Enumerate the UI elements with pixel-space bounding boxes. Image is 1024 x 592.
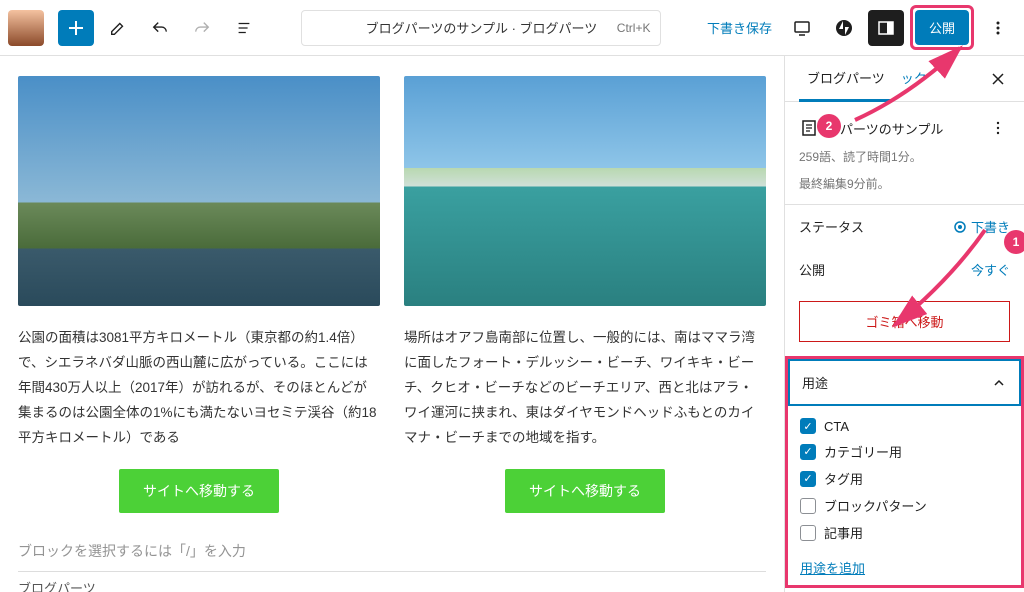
doc-meta-words: 259語、読了時間1分。	[799, 148, 1010, 167]
checkbox[interactable]: ✓	[800, 418, 816, 434]
trash-button[interactable]: ゴミ箱へ移動	[799, 301, 1010, 342]
usage-checkbox-row[interactable]: ✓ タグ用	[800, 465, 1009, 492]
panel-icon	[876, 18, 896, 38]
status-value: 下書き	[953, 217, 1010, 236]
save-draft-button[interactable]: 下書き保存	[701, 18, 778, 37]
checkbox[interactable]	[800, 498, 816, 514]
settings-sidebar: ブログパーツ ック 2 グパーツのサンプル 259語、読了時間1分。 最終編集9…	[784, 56, 1024, 592]
status-dot-icon	[953, 220, 967, 234]
card-text-1: 公園の面積は3081平方キロメートル（東京都の約1.4倍）で、シエラネバダ山脈の…	[18, 326, 380, 451]
doc-title-row[interactable]: 2 グパーツのサンプル	[799, 116, 1010, 140]
sidebar-tabs: ブログパーツ ック	[785, 56, 1024, 102]
more-icon	[988, 18, 1008, 38]
breadcrumb[interactable]: ブログパーツ	[18, 571, 766, 592]
annotation-badge-1: 1	[1004, 230, 1024, 254]
avatar[interactable]	[8, 10, 44, 46]
close-sidebar-button[interactable]	[980, 61, 1016, 97]
desktop-icon	[792, 18, 812, 38]
document-title-text: ブログパーツのサンプル · ブログパーツ	[366, 18, 598, 37]
publish-time-row[interactable]: 公開 今すぐ 1	[785, 248, 1024, 291]
document-icon	[799, 118, 819, 138]
tab-block[interactable]: ック	[893, 56, 935, 102]
checkbox-label: タグ用	[824, 469, 863, 488]
edit-mode-button[interactable]	[100, 10, 136, 46]
redo-icon	[193, 19, 211, 37]
doc-more-button[interactable]	[986, 116, 1010, 140]
preview-button[interactable]	[784, 10, 820, 46]
jetpack-icon	[834, 18, 854, 38]
cards-row: 公園の面積は3081平方キロメートル（東京都の約1.4倍）で、シエラネバダ山脈の…	[18, 76, 766, 513]
checkbox[interactable]	[800, 525, 816, 541]
publish-highlight: 公開	[910, 5, 974, 50]
sidebar-toggle-button[interactable]	[868, 10, 904, 46]
usage-label: 用途	[802, 373, 828, 392]
checkbox[interactable]: ✓	[800, 471, 816, 487]
usage-header[interactable]: 用途	[788, 359, 1021, 406]
editor-canvas[interactable]: 公園の面積は3081平方キロメートル（東京都の約1.4倍）で、シエラネバダ山脈の…	[0, 56, 784, 592]
card-1: 公園の面積は3081平方キロメートル（東京都の約1.4倍）で、シエラネバダ山脈の…	[18, 76, 380, 513]
usage-checkbox-row[interactable]: ✓ CTA	[800, 414, 1009, 438]
usage-checkbox-row[interactable]: ブロックパターン	[800, 492, 1009, 519]
card-image-2[interactable]	[404, 76, 766, 306]
checkbox-label: 記事用	[824, 523, 863, 542]
chevron-up-icon	[991, 375, 1007, 391]
card-button-1[interactable]: サイトへ移動する	[119, 469, 279, 513]
card-image-1[interactable]	[18, 76, 380, 306]
usage-checkbox-row[interactable]: 記事用	[800, 519, 1009, 546]
tab-blogparts[interactable]: ブログパーツ	[799, 56, 893, 102]
document-summary: 2 グパーツのサンプル 259語、読了時間1分。 最終編集9分前。	[785, 102, 1024, 205]
close-icon	[990, 71, 1006, 87]
undo-icon	[151, 19, 169, 37]
more-options-button[interactable]	[980, 10, 1016, 46]
add-block-button[interactable]	[58, 10, 94, 46]
undo-button[interactable]	[142, 10, 178, 46]
checkbox-label: CTA	[824, 419, 849, 434]
add-usage-link[interactable]: 用途を追加	[788, 550, 1021, 585]
card-2: 場所はオアフ島南部に位置し、一般的には、南はママラ湾に面したフォート・デルッシー…	[404, 76, 766, 513]
publish-label: 公開	[799, 260, 825, 279]
document-overview-button[interactable]	[226, 10, 262, 46]
top-toolbar: ブログパーツのサンプル · ブログパーツ Ctrl+K 下書き保存 公開	[0, 0, 1024, 56]
checkbox-label: カテゴリー用	[824, 442, 902, 461]
status-label: ステータス	[799, 217, 864, 236]
main-area: 公園の面積は3081平方キロメートル（東京都の約1.4倍）で、シエラネバダ山脈の…	[0, 56, 1024, 592]
checkbox-label: ブロックパターン	[824, 496, 927, 515]
plus-icon	[66, 18, 86, 38]
more-icon	[990, 120, 1006, 136]
card-button-2[interactable]: サイトへ移動する	[505, 469, 665, 513]
checkbox[interactable]: ✓	[800, 444, 816, 460]
block-placeholder[interactable]: ブロックを選択するには「/」を入力	[18, 541, 766, 561]
title-bar: ブログパーツのサンプル · ブログパーツ Ctrl+K	[268, 10, 695, 46]
toolbar-right: 下書き保存 公開	[701, 5, 1016, 50]
usage-body: ✓ CTA ✓ カテゴリー用 ✓ タグ用ブロックパターン記事用	[788, 406, 1021, 550]
doc-meta-edited: 最終編集9分前。	[799, 175, 1010, 194]
publish-value: 今すぐ	[971, 260, 1010, 279]
annotation-badge-2: 2	[817, 114, 841, 138]
shortcut-hint: Ctrl+K	[617, 21, 651, 35]
document-title-input[interactable]: ブログパーツのサンプル · ブログパーツ Ctrl+K	[301, 10, 661, 46]
usage-section: 用途 ✓ CTA ✓ カテゴリー用 ✓ タグ用ブロックパターン記事用 用途を追加	[785, 356, 1024, 588]
publish-button[interactable]: 公開	[915, 10, 969, 45]
redo-button[interactable]	[184, 10, 220, 46]
doc-title: グパーツのサンプル	[827, 119, 943, 138]
status-row[interactable]: ステータス 下書き	[785, 205, 1024, 248]
pencil-icon	[109, 19, 127, 37]
jetpack-button[interactable]	[826, 10, 862, 46]
usage-checkbox-row[interactable]: ✓ カテゴリー用	[800, 438, 1009, 465]
card-text-2: 場所はオアフ島南部に位置し、一般的には、南はママラ湾に面したフォート・デルッシー…	[404, 326, 766, 451]
list-icon	[235, 19, 253, 37]
